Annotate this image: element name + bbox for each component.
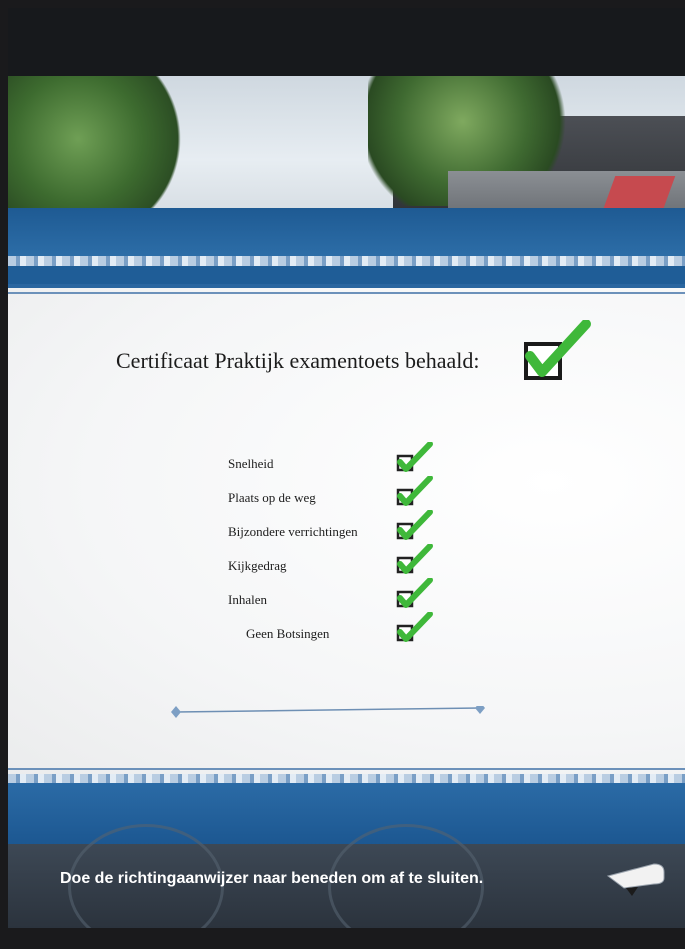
panel-header-band bbox=[8, 208, 685, 258]
certificate-title: Certificaat Praktijk examentoets behaald… bbox=[116, 348, 480, 373]
paper-line-top bbox=[8, 292, 685, 294]
simulator-screen: Certificaat Praktijk examentoets behaald… bbox=[8, 8, 685, 928]
criterion-label: Snelheid bbox=[228, 456, 274, 471]
criterion-label: Inhalen bbox=[228, 592, 267, 607]
top-bezel bbox=[8, 8, 685, 76]
instruction-bar: Doe de richtingaanwijzer naar beneden om… bbox=[8, 824, 685, 928]
decorative-border-top bbox=[8, 256, 685, 266]
passed-checkbox-icon bbox=[524, 320, 591, 380]
certificate-panel: Certificaat Praktijk examentoets behaald… bbox=[8, 208, 685, 848]
checkmark-icon bbox=[396, 476, 433, 506]
checkmark-icon bbox=[396, 544, 433, 574]
driving-scene bbox=[8, 76, 685, 216]
checkmark-icon bbox=[396, 578, 433, 608]
ornamental-divider bbox=[171, 706, 485, 718]
certificate-paper: Certificaat Praktijk examentoets behaald… bbox=[8, 284, 685, 778]
criterion-row: Geen Botsingen bbox=[228, 612, 448, 652]
criterion-label: Kijkgedrag bbox=[228, 558, 287, 573]
criteria-list: Snelheid Plaats op de weg Bijzondere ver… bbox=[228, 442, 448, 652]
criterion-label: Geen Botsingen bbox=[246, 626, 330, 641]
checkmark-icon bbox=[396, 612, 433, 642]
certificate-title-row: Certificaat Praktijk examentoets behaald… bbox=[8, 320, 685, 382]
instruction-text: Doe de richtingaanwijzer naar beneden om… bbox=[60, 870, 484, 887]
checkmark-icon bbox=[396, 442, 433, 472]
tree-left bbox=[8, 76, 198, 216]
criterion-label: Plaats op de weg bbox=[228, 490, 316, 505]
turn-signal-lever-icon bbox=[606, 863, 665, 896]
paper-line-bottom bbox=[8, 768, 685, 770]
criterion-label: Bijzondere verrichtingen bbox=[228, 524, 358, 539]
checkmark-icon bbox=[396, 510, 433, 540]
